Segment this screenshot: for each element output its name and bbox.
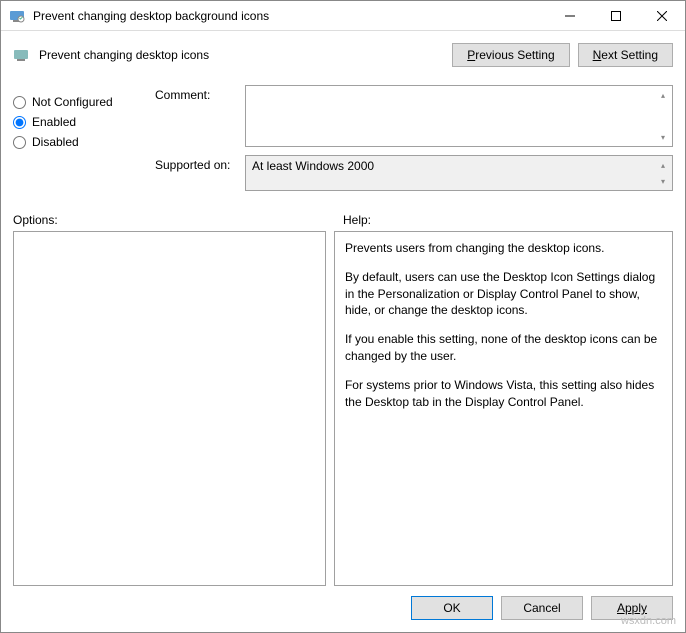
watermark: wsxdn.com [621, 615, 676, 627]
radio-enabled[interactable]: Enabled [13, 115, 143, 129]
help-text: If you enable this setting, none of the … [345, 331, 662, 365]
state-radio-group: Not Configured Enabled Disabled [13, 85, 143, 199]
cancel-button[interactable]: Cancel [501, 596, 583, 620]
scroll-down-icon[interactable]: ▾ [655, 129, 671, 145]
next-setting-button[interactable]: Next Setting [578, 43, 673, 67]
scroll-up-icon[interactable]: ▴ [655, 87, 671, 103]
radio-disabled[interactable]: Disabled [13, 135, 143, 149]
help-text: For systems prior to Windows Vista, this… [345, 377, 662, 411]
options-panel [13, 231, 326, 586]
supported-label: Supported on: [155, 155, 245, 191]
help-text: By default, users can use the Desktop Ic… [345, 269, 662, 319]
previous-setting-button[interactable]: Previous Setting [452, 43, 569, 67]
close-button[interactable] [639, 1, 685, 31]
comment-label: Comment: [155, 85, 245, 147]
options-label: Options: [13, 213, 343, 227]
help-panel: Prevents users from changing the desktop… [334, 231, 673, 586]
ok-button[interactable]: OK [411, 596, 493, 620]
help-text: Prevents users from changing the desktop… [345, 240, 662, 257]
app-icon [9, 8, 25, 24]
scroll-down-icon[interactable]: ▾ [655, 173, 671, 189]
policy-icon [13, 46, 31, 64]
maximize-button[interactable] [593, 1, 639, 31]
radio-not-configured[interactable]: Not Configured [13, 95, 143, 109]
comment-input[interactable]: ▴ ▾ [245, 85, 673, 147]
scroll-up-icon[interactable]: ▴ [655, 157, 671, 173]
window-title: Prevent changing desktop background icon… [33, 9, 547, 23]
minimize-button[interactable] [547, 1, 593, 31]
titlebar: Prevent changing desktop background icon… [1, 1, 685, 31]
supported-on-box: At least Windows 2000 ▴ ▾ [245, 155, 673, 191]
policy-subtitle: Prevent changing desktop icons [39, 48, 452, 62]
help-label: Help: [343, 213, 371, 227]
